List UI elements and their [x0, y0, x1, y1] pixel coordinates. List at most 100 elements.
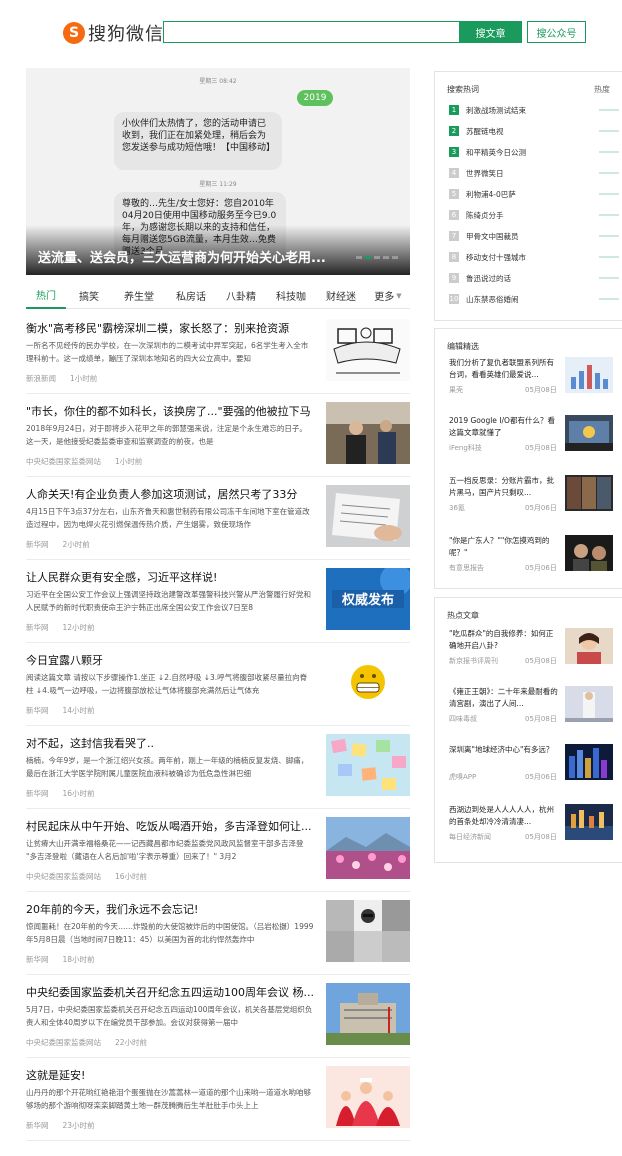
article-title[interactable]: 中央纪委国家监委机关召开纪念五四运动100周年会议 杨...	[26, 984, 314, 1000]
side-article-title[interactable]: "你是广东人？""你怎摸鸡到的呢？"	[449, 535, 559, 559]
hot-search-label[interactable]: 山东禁恶俗婚闹	[466, 294, 599, 305]
side-article[interactable]: 2019 Google I/O都有什么？看这篇文章就懂了 iFeng科技 05月…	[449, 415, 613, 457]
side-article-title[interactable]: "吃瓜群众"的自我修养：如何正确地开启八卦?	[449, 628, 559, 652]
hot-search-item[interactable]: 7 甲骨文中国裁员	[449, 229, 619, 243]
article-source[interactable]: 新华网	[26, 623, 49, 632]
hot-search-label[interactable]: 陈绮贞分手	[466, 210, 599, 221]
article-thumbnail[interactable]	[326, 485, 410, 547]
side-article[interactable]: 《雍正王朝》：二十年来最耐看的清宫剧，演出了人间... 四味毒叔 05月08日	[449, 686, 613, 728]
list-item[interactable]: 今日宜露八颗牙 阅读这篇文章 请按以下步骤操作1.坐正 ↓2.自然呼吸 ↓3.呼…	[26, 643, 410, 726]
article-thumbnail[interactable]	[326, 900, 410, 962]
article-title[interactable]: 人命关天!有企业负责人参加这项测试，居然只考了33分	[26, 486, 314, 502]
hot-search-item[interactable]: 1 刺激战场测试结束	[449, 103, 619, 117]
side-article-title[interactable]: 五一档反思录：分账片霸市，批片黑马，国产片只剩叹...	[449, 475, 559, 499]
hot-search-item[interactable]: 3 和平精英今日公测	[449, 145, 619, 159]
sogou-weixin-logo[interactable]: S 搜狗微信	[63, 21, 164, 45]
list-item[interactable]: 中央纪委国家监委机关召开纪念五四运动100周年会议 杨... 5月7日，中央纪委…	[26, 975, 410, 1058]
side-article[interactable]: 五一档反思录：分账片霸市，批片黑马，国产片只剩叹... 36氪 05月06日	[449, 475, 613, 517]
article-title[interactable]: 20年前的今天，我们永远不会忘记!	[26, 901, 314, 917]
search-input[interactable]	[163, 21, 459, 43]
hot-search-label[interactable]: 鲁迅说过的话	[466, 273, 599, 284]
side-article-thumbnail[interactable]	[565, 686, 613, 722]
list-item[interactable]: 20年前的今天，我们永远不会忘记! 惊闻噩耗！在20年前的今天……炸毁前的大使馆…	[26, 892, 410, 975]
article-thumbnail[interactable]	[326, 983, 410, 1045]
article-source[interactable]: 新华网	[26, 955, 49, 964]
hot-search-item[interactable]: 4 世界微笑日	[449, 166, 619, 180]
side-article-title[interactable]: 2019 Google I/O都有什么？看这篇文章就懂了	[449, 415, 559, 439]
tab-more[interactable]: 更多 ▼	[366, 282, 410, 309]
article-title[interactable]: 村民起床从中午开始、吃饭从喝酒开始，多吉泽登如何让...	[26, 818, 314, 834]
article-source[interactable]: 中央纪委国家监委网站	[26, 1038, 101, 1047]
article-source[interactable]: 新浪新闻	[26, 374, 56, 383]
carousel-dot[interactable]	[383, 256, 389, 259]
tab-private[interactable]: 私房话	[166, 282, 216, 309]
article-title[interactable]: 今日宜露八颗牙	[26, 652, 314, 668]
hot-search-label[interactable]: 甲骨文中国裁员	[466, 231, 599, 242]
article-title[interactable]: 这就是延安!	[26, 1067, 314, 1083]
article-thumbnail[interactable]	[326, 817, 410, 879]
list-item[interactable]: 衡水"高考移民"霸榜深圳二模，家长怒了：别来抢资源 一所名不见经传的民办学校，在…	[26, 311, 410, 394]
list-item[interactable]: 这就是延安! 山丹丹的那个开花哟红艳艳泪个蛋蛋抛在沙蒿蒿林一道道的那个山来哟一道…	[26, 1058, 410, 1141]
article-source[interactable]: 新华网	[26, 706, 49, 715]
article-title[interactable]: 让人民群众更有安全感，习近平这样说!	[26, 569, 314, 585]
article-title[interactable]: 对不起，这封信我看哭了..	[26, 735, 314, 751]
article-source[interactable]: 中央纪委国家监委网站	[26, 872, 101, 881]
tab-tech[interactable]: 科技咖	[266, 282, 316, 309]
article-thumbnail[interactable]	[326, 402, 410, 464]
carousel-dot-active[interactable]	[365, 256, 371, 259]
side-article-thumbnail[interactable]	[565, 415, 613, 451]
side-article-thumbnail[interactable]	[565, 535, 613, 571]
list-item[interactable]: 让人民群众更有安全感，习近平这样说! 习近平在全国公安工作会议上强调坚持政治建警…	[26, 560, 410, 643]
hot-search-item[interactable]: 10 山东禁恶俗婚闹	[449, 292, 619, 306]
article-source[interactable]: 新华网	[26, 789, 49, 798]
article-title[interactable]: "市长，你住的都不如科长，该换房了..."要强的他被拉下马	[26, 403, 314, 419]
hot-search-label[interactable]: 世界微笑日	[466, 168, 599, 179]
article-thumbnail[interactable]	[326, 734, 410, 796]
side-article-thumbnail[interactable]	[565, 744, 613, 780]
tab-funny[interactable]: 搞笑	[66, 282, 112, 309]
tab-gossip[interactable]: 八卦精	[216, 282, 266, 309]
hot-search-item[interactable]: 6 陈绮贞分手	[449, 208, 619, 222]
side-article[interactable]: 我们分析了复仇者联盟系列所有台词，看看英雄们最爱说... 果壳 05月08日	[449, 357, 613, 399]
search-article-button[interactable]: 搜文章	[459, 21, 522, 43]
hot-search-item[interactable]: 5 利物浦4-0巴萨	[449, 187, 619, 201]
tab-health[interactable]: 养生堂	[112, 282, 166, 309]
article-thumbnail[interactable]	[326, 319, 410, 381]
carousel-dot[interactable]	[392, 256, 398, 259]
article-source[interactable]: 中央纪委国家监委网站	[26, 457, 101, 466]
list-item[interactable]: 对不起，这封信我看哭了.. 楠楠，今年9岁，是一个浙江绍兴女孩。两年前，刚上一年…	[26, 726, 410, 809]
list-item[interactable]: 村民起床从中午开始、吃饭从喝酒开始，多吉泽登如何让... 让贫瘠大山开满幸福格桑…	[26, 809, 410, 892]
side-article-title[interactable]: 西湖边到处是人人人人人，杭州的首条处却冷冷清清凄...	[449, 804, 559, 828]
list-item[interactable]: 人命关天!有企业负责人参加这项测试，居然只考了33分 4月15日下午3点37分左…	[26, 477, 410, 560]
hot-search-item[interactable]: 8 移动支付十强城市	[449, 250, 619, 264]
list-item[interactable]: "市长，你住的都不如科长，该换房了..."要强的他被拉下马 2018年9月24日…	[26, 394, 410, 477]
side-article[interactable]: 深圳离"地球经济中心"有多远？ 虎嗅APP 05月06日	[449, 744, 613, 786]
article-title[interactable]: 衡水"高考移民"霸榜深圳二模，家长怒了：别来抢资源	[26, 320, 314, 336]
side-article-thumbnail[interactable]	[565, 804, 613, 840]
hot-search-label[interactable]: 移动支付十强城市	[466, 252, 599, 263]
side-article-thumbnail[interactable]	[565, 628, 613, 664]
hot-search-label[interactable]: 利物浦4-0巴萨	[466, 189, 599, 200]
side-article[interactable]: "吃瓜群众"的自我修养：如何正确地开启八卦? 新京报书评周刊 05月08日	[449, 628, 613, 670]
carousel-dot[interactable]	[374, 256, 380, 259]
side-article-title[interactable]: 我们分析了复仇者联盟系列所有台词，看看英雄们最爱说...	[449, 357, 559, 381]
hot-search-label[interactable]: 刺激战场测试结束	[466, 105, 599, 116]
article-thumbnail[interactable]	[326, 651, 410, 713]
tab-hot[interactable]: 热门	[26, 282, 66, 309]
hot-search-label[interactable]: 苏醒链电视	[466, 126, 599, 137]
article-source[interactable]: 新华网	[26, 1121, 49, 1130]
banner-caption[interactable]: 送流量、送会员，三大运营商为何开始关心老用...	[38, 247, 326, 266]
banner-carousel[interactable]: 星期三 08:42 2019 小伙伴们太热情了，您的活动申请已收到，我们正在加紧…	[26, 68, 410, 275]
hot-search-item[interactable]: 2 苏醒链电视	[449, 124, 619, 138]
side-article-title[interactable]: 《雍正王朝》：二十年来最耐看的清宫剧，演出了人间...	[449, 686, 559, 710]
search-account-button[interactable]: 搜公众号	[527, 21, 586, 43]
article-source[interactable]: 新华网	[26, 540, 49, 549]
side-article[interactable]: "你是广东人？""你怎摸鸡到的呢？" 有意思报告 05月06日	[449, 535, 613, 577]
article-thumbnail[interactable]: 权威发布	[326, 568, 410, 630]
article-thumbnail[interactable]	[326, 1066, 410, 1128]
hot-search-label[interactable]: 和平精英今日公测	[466, 147, 599, 158]
side-article-title[interactable]: 深圳离"地球经济中心"有多远？	[449, 744, 559, 768]
tab-finance[interactable]: 财经迷	[316, 282, 366, 309]
hot-search-item[interactable]: 9 鲁迅说过的话	[449, 271, 619, 285]
side-article-thumbnail[interactable]	[565, 475, 613, 511]
